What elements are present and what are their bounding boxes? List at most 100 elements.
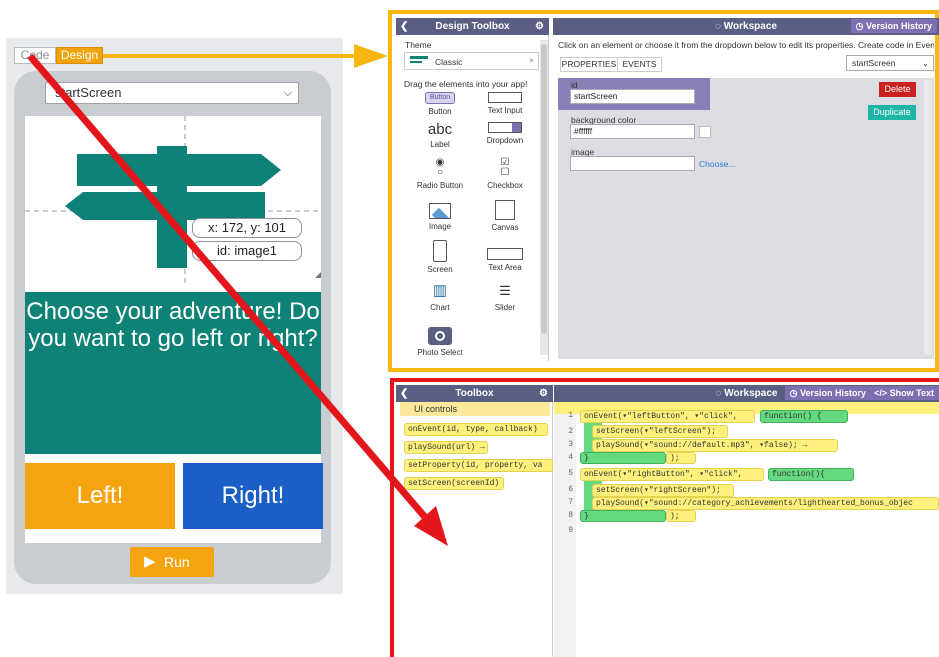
show-text-button[interactable]: </> Show Text xyxy=(869,386,939,400)
tab-properties[interactable]: PROPERTIES xyxy=(560,57,618,72)
gear-icon[interactable]: ⚙ xyxy=(535,18,544,35)
chart-icon: ▥ xyxy=(432,282,448,299)
code-workspace-title: Workspace xyxy=(724,388,778,399)
code-line-7[interactable]: playSound(▾"sound://category_achievement… xyxy=(592,497,939,510)
element-select[interactable]: startScreen ⌄ xyxy=(846,55,934,71)
line-number: 1 xyxy=(568,411,573,420)
design-mode-button[interactable]: Design xyxy=(56,47,103,64)
image-prop-input[interactable] xyxy=(570,156,695,171)
element-select-value: startScreen xyxy=(852,58,896,68)
code-line-8[interactable]: } xyxy=(580,510,666,522)
palette-checkbox[interactable]: ☑ ☐ Checkbox xyxy=(475,157,535,191)
function-block-1[interactable]: function() { xyxy=(760,410,848,423)
text-area-icon xyxy=(487,248,523,260)
theme-select[interactable]: Classic × xyxy=(404,52,539,70)
gear-icon[interactable]: ⚙ xyxy=(539,385,548,402)
code-line-5[interactable]: onEvent(▾"rightButton", ▾"click", xyxy=(580,468,764,481)
theme-swatch-icon xyxy=(410,56,428,59)
left-button[interactable]: Left! xyxy=(25,463,175,529)
label-icon: abc xyxy=(427,121,453,138)
version-history-label: Version History xyxy=(799,388,866,398)
palette-text-input[interactable]: Text Input xyxy=(475,92,535,115)
duplicate-button[interactable]: Duplicate xyxy=(868,105,916,120)
code-line-4[interactable]: } xyxy=(580,452,666,464)
palette-button[interactable]: Button Button xyxy=(410,92,470,116)
play-icon: ▶ xyxy=(144,553,156,570)
id-readout: id: image1 xyxy=(192,241,302,261)
camera-icon xyxy=(428,327,452,345)
canvas-icon xyxy=(495,200,515,220)
version-history-button[interactable]: ◷ Version History xyxy=(850,19,937,33)
properties-scrollbar[interactable] xyxy=(924,80,932,355)
right-button[interactable]: Right! xyxy=(183,463,323,529)
code-toolbox-title: Toolbox xyxy=(455,388,494,399)
palette-dropdown[interactable]: Dropdown xyxy=(475,122,535,145)
bg-color-input[interactable]: #ffffff xyxy=(570,124,695,139)
screen-select-dropdown[interactable]: startScreen ⌵ xyxy=(45,82,299,104)
id-prop-input[interactable]: startScreen xyxy=(570,89,695,104)
palette-screen[interactable]: Screen xyxy=(410,240,470,274)
code-line-4-close[interactable]: ); xyxy=(666,452,696,464)
palette-image[interactable]: Image xyxy=(410,203,470,231)
workspace-icon: ◌ xyxy=(715,21,724,32)
design-toolbox-header: ❮ Design Toolbox ⚙ xyxy=(396,18,549,35)
palette-text-area[interactable]: Text Area xyxy=(475,248,535,272)
version-history-label: Version History xyxy=(865,21,932,31)
image-icon xyxy=(429,203,451,219)
palette-photo-select[interactable]: Photo Select xyxy=(410,327,470,357)
close-icon[interactable]: × xyxy=(529,55,534,65)
design-workspace-header: ◌ Workspace ◷ Version History xyxy=(553,18,939,35)
chevron-down-icon: ⌄ xyxy=(921,58,929,68)
code-line-2[interactable]: setScreen(▾"leftScreen"); xyxy=(592,425,728,438)
onevent-block[interactable]: onEvent(id, type, callback) xyxy=(404,423,548,436)
run-button[interactable]: ▶ Run xyxy=(130,547,214,577)
palette-slider[interactable]: ☰ Slider xyxy=(475,282,535,312)
collapse-icon[interactable]: ❮ xyxy=(400,385,408,402)
playsound-block[interactable]: playSound(url) → xyxy=(404,441,488,454)
function-block-2[interactable]: function(){ xyxy=(768,468,854,481)
ui-controls-category[interactable]: UI controls xyxy=(400,402,550,416)
line-number: 8 xyxy=(568,511,573,520)
tab-events[interactable]: EVENTS xyxy=(618,57,662,72)
delete-button[interactable]: Delete xyxy=(879,82,916,97)
drag-hint: Drag the elements into your app! xyxy=(404,79,528,89)
dropdown-icon xyxy=(488,122,522,133)
line-number: 9 xyxy=(568,526,573,535)
code-line-6[interactable]: setScreen(▾"rightScreen"); xyxy=(592,484,734,497)
slider-icon: ☰ xyxy=(499,283,511,298)
choose-image-link[interactable]: Choose... xyxy=(699,159,735,169)
palette-canvas[interactable]: Canvas xyxy=(475,200,535,232)
line-number: 4 xyxy=(568,453,573,462)
code-line-1[interactable]: onEvent(▾"leftButton", ▾"click", xyxy=(580,410,755,423)
adventure-label[interactable]: Choose your adventure! Do you want to go… xyxy=(25,292,321,454)
screen-select-value: startScreen xyxy=(55,85,122,100)
code-workspace-header: ◌ Workspace ◷ Version History </> Show T… xyxy=(554,385,939,402)
instructions-text: Click on an element or choose it from th… xyxy=(558,40,934,50)
palette-label[interactable]: abc Label xyxy=(410,122,470,149)
code-mode-button[interactable]: Code xyxy=(14,47,56,64)
palette-chart[interactable]: ▥ Chart xyxy=(410,282,470,312)
setscreen-block[interactable]: setScreen(screenId) xyxy=(404,477,504,490)
code-line-8-close[interactable]: ); xyxy=(666,510,696,522)
code-version-history-button[interactable]: ◷ Version History xyxy=(784,386,871,400)
radio-icon: ◉ ○ xyxy=(435,157,445,178)
code-line-3[interactable]: playSound(▾"sound://default.mp3", ▾false… xyxy=(592,439,838,452)
workspace-icon: ◌ xyxy=(715,388,725,399)
line-number: 6 xyxy=(568,485,573,494)
code-toolbox-header: ❮ Toolbox ⚙ xyxy=(396,385,553,402)
line-number: 5 xyxy=(568,469,573,478)
checkbox-icon: ☑ ☐ xyxy=(500,157,510,178)
line-number: 2 xyxy=(568,427,573,436)
collapse-icon[interactable]: ❮ xyxy=(400,18,408,35)
toolbox-scrollbar[interactable] xyxy=(540,40,548,355)
color-swatch[interactable] xyxy=(699,126,711,138)
screen-icon xyxy=(433,240,447,262)
line-number: 7 xyxy=(568,498,573,507)
show-text-label: Show Text xyxy=(889,388,934,398)
chevron-down-icon: ⌵ xyxy=(283,87,292,99)
line-number: 3 xyxy=(568,440,573,449)
orange-arrow-head xyxy=(354,44,388,68)
run-label: Run xyxy=(164,554,190,570)
palette-radio[interactable]: ◉ ○ Radio Button xyxy=(410,157,470,191)
setproperty-block[interactable]: setProperty(id, property, va xyxy=(404,459,553,472)
